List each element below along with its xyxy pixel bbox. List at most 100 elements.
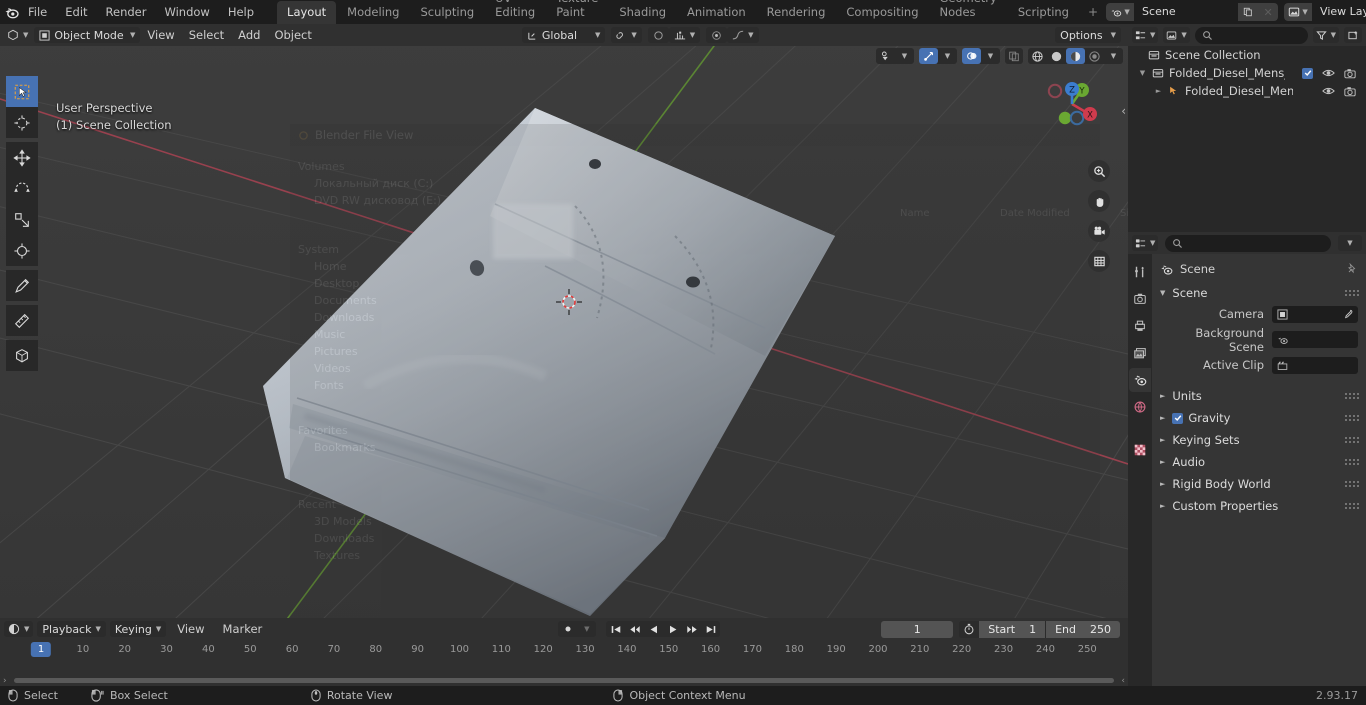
- jump-to-start-button[interactable]: [606, 621, 625, 637]
- scene-icon[interactable]: ▼: [1106, 3, 1135, 21]
- properties-editor[interactable]: ▼ ▼ Scene ▼ Scene Camera Background Scen…: [1128, 232, 1366, 686]
- timeline-scroll-left-icon[interactable]: ›: [3, 676, 7, 686]
- tool-transform[interactable]: [6, 235, 38, 266]
- tab-geometry-nodes[interactable]: Geometry Nodes: [930, 0, 1007, 24]
- end-frame-field[interactable]: End 250: [1046, 620, 1120, 638]
- viewport-menu-object[interactable]: Object: [267, 26, 318, 44]
- tool-measure[interactable]: [6, 305, 38, 336]
- disable-in-renders-icon[interactable]: [1344, 68, 1356, 79]
- view-layer-selector[interactable]: ▼ View Layer ✕: [1284, 3, 1366, 21]
- transport-controls[interactable]: [606, 621, 721, 637]
- orthographic-toggle-icon[interactable]: [1088, 250, 1110, 272]
- menu-edit[interactable]: Edit: [56, 2, 96, 22]
- panel-header-custom-properties[interactable]: ► Custom Properties: [1152, 495, 1366, 517]
- tool-rotate[interactable]: [6, 173, 38, 204]
- viewport-menu-select[interactable]: Select: [182, 26, 231, 44]
- timeline-menu-keying[interactable]: Keying ▼: [109, 621, 167, 637]
- tool-move[interactable]: [6, 142, 38, 173]
- new-scene-button[interactable]: [1238, 3, 1259, 21]
- show-overlays-toggle[interactable]: [962, 48, 981, 64]
- disclosure-icon[interactable]: ►: [1154, 87, 1163, 95]
- chevron-down-icon[interactable]: ▼: [1104, 48, 1123, 64]
- panel-header-keying-sets[interactable]: ► Keying Sets: [1152, 429, 1366, 451]
- panel-header-units[interactable]: ► Units: [1152, 385, 1366, 407]
- tab-scripting[interactable]: Scripting: [1008, 1, 1079, 24]
- pan-hand-icon[interactable]: [1088, 190, 1110, 212]
- menu-window[interactable]: Window: [155, 2, 218, 22]
- chevron-down-icon[interactable]: ▼: [23, 31, 28, 39]
- viewport-options-dropdown[interactable]: Options ▼: [1055, 27, 1121, 43]
- add-workspace-button[interactable]: +: [1080, 1, 1106, 24]
- scene-name-field[interactable]: Scene: [1134, 3, 1239, 21]
- menu-file[interactable]: File: [19, 2, 56, 22]
- show-gizmo-group[interactable]: ▼: [876, 48, 914, 64]
- proportional-edit-objects-toggle[interactable]: [706, 27, 728, 43]
- auto-keying-group[interactable]: ▼: [558, 621, 597, 637]
- active-clip-field[interactable]: [1272, 356, 1358, 374]
- panel-header-gravity[interactable]: ► Gravity: [1152, 407, 1366, 429]
- play-button[interactable]: [663, 621, 682, 637]
- tab-modeling[interactable]: Modeling: [337, 1, 409, 24]
- viewport-menu-view[interactable]: View: [140, 26, 181, 44]
- timeline-menu-marker[interactable]: Marker: [216, 620, 270, 638]
- panel-header-scene[interactable]: ▼ Scene: [1152, 282, 1366, 304]
- transform-orientation-dropdown[interactable]: Global ▼: [521, 27, 606, 43]
- editor-type-icon[interactable]: [4, 27, 22, 43]
- tab-tool[interactable]: [1129, 260, 1151, 284]
- panel-header-audio[interactable]: ► Audio: [1152, 451, 1366, 473]
- current-frame-field[interactable]: 1: [881, 620, 954, 638]
- chevron-down-icon[interactable]: ▼: [938, 48, 957, 64]
- disable-in-renders-icon[interactable]: [1344, 86, 1356, 97]
- outliner-row-object[interactable]: ► Folded_Diesel_Mens_Jear: [1128, 82, 1366, 100]
- tab-animation[interactable]: Animation: [677, 1, 756, 24]
- gizmo-toggle-group[interactable]: ▼: [919, 48, 957, 64]
- tab-world[interactable]: [1129, 395, 1151, 419]
- timeline-playhead[interactable]: 1: [30, 642, 52, 657]
- jump-to-prev-keyframe-button[interactable]: [625, 621, 644, 637]
- object-mode-dropdown[interactable]: Object Mode ▼: [34, 27, 141, 43]
- timeline-editor[interactable]: ▼ Playback ▼ Keying ▼ View Marker ▼ 1 St…: [0, 618, 1128, 686]
- tab-rendering[interactable]: Rendering: [757, 1, 836, 24]
- tab-texture[interactable]: [1129, 438, 1151, 462]
- outliner-display-mode-dropdown[interactable]: ▼: [1163, 27, 1190, 43]
- snap-toggle[interactable]: ▼: [611, 27, 642, 43]
- proportional-editing-toggle[interactable]: [647, 27, 669, 43]
- blender-logo-icon[interactable]: [4, 0, 19, 24]
- properties-options-dropdown[interactable]: ▼: [1338, 235, 1362, 251]
- editor-type-outliner-icon[interactable]: ▼: [1132, 27, 1159, 43]
- gravity-checkbox[interactable]: [1172, 412, 1184, 424]
- shading-rendered-button[interactable]: [1085, 48, 1104, 64]
- scene-selector[interactable]: ▼ Scene ✕: [1106, 3, 1279, 21]
- tab-sculpting[interactable]: Sculpting: [410, 1, 484, 24]
- zoom-icon[interactable]: [1088, 160, 1110, 182]
- timeline-scrollbar[interactable]: [14, 678, 1114, 683]
- new-collection-button[interactable]: [1344, 27, 1362, 43]
- shading-solid-button[interactable]: [1047, 48, 1066, 64]
- timeline-scroll-right-icon[interactable]: ‹: [1121, 676, 1125, 686]
- auto-keying-toggle[interactable]: [558, 621, 577, 637]
- outliner-editor[interactable]: ▼ ▼ ▼ Scene Collection ▼ Folded_Diesel_M…: [1128, 24, 1366, 232]
- hide-in-viewport-icon[interactable]: [1322, 86, 1335, 96]
- unlink-scene-button[interactable]: ✕: [1258, 3, 1279, 21]
- exclude-from-view-layer-checkbox[interactable]: [1302, 67, 1313, 79]
- start-frame-field[interactable]: Start 1: [979, 620, 1046, 638]
- pin-icon[interactable]: [1346, 263, 1358, 275]
- overlays-toggle-group[interactable]: ▼: [962, 48, 1000, 64]
- jump-to-next-keyframe-button[interactable]: [682, 621, 701, 637]
- tool-tweak[interactable]: [6, 76, 38, 107]
- camera-view-icon[interactable]: [1088, 220, 1110, 242]
- falloff-curve-dropdown[interactable]: ▼: [727, 27, 759, 43]
- outliner-row-collection[interactable]: ▼ Folded_Diesel_Mens_Jeans_G: [1128, 64, 1366, 82]
- menu-render[interactable]: Render: [97, 2, 156, 22]
- view-layer-name-field[interactable]: View Layer: [1312, 3, 1366, 21]
- shading-wireframe-button[interactable]: [1028, 48, 1047, 64]
- xray-toggle[interactable]: [1005, 48, 1023, 64]
- camera-field[interactable]: [1272, 305, 1358, 323]
- chevron-down-icon[interactable]: ▼: [577, 621, 596, 637]
- sidebar-collapse-arrow-icon[interactable]: ‹: [1121, 104, 1126, 118]
- object-types-visibility-icon[interactable]: [876, 48, 895, 64]
- timeline-scrollbar-area[interactable]: › ‹: [0, 676, 1128, 686]
- disclosure-open-icon[interactable]: ▼: [1138, 69, 1147, 77]
- shading-modes-group[interactable]: ▼: [1028, 48, 1123, 64]
- timeline-menu-view[interactable]: View: [170, 620, 211, 638]
